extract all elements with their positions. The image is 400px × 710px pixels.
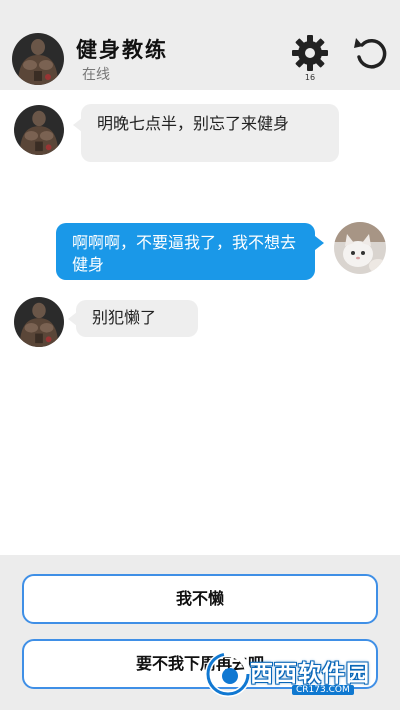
bubble-tail <box>315 236 324 250</box>
coach-avatar-icon[interactable] <box>12 33 64 85</box>
chat-title: 健身教练 <box>76 38 168 62</box>
watermark-domain: CR173.COM <box>292 685 354 695</box>
message-bubble-incoming: 别犯懒了 <box>76 300 198 337</box>
coach-avatar-icon[interactable] <box>14 297 64 347</box>
online-status: 在线 <box>82 67 110 83</box>
reply-option-button[interactable]: 我不懒 <box>22 574 378 624</box>
settings-count-badge: 16 <box>304 73 316 82</box>
message-list[interactable]: 明晚七点半，别忘了来健身 啊啊啊，不要逼我了，我不想去健身 别犯懒了 <box>0 90 400 555</box>
message-bubble-outgoing: 啊啊啊，不要逼我了，我不想去健身 <box>56 223 315 280</box>
watermark-brand: 西西软件园 <box>250 661 370 687</box>
coach-avatar-icon[interactable] <box>14 105 64 155</box>
chat-header: 健身教练 在线 16 <box>0 0 400 90</box>
watermark-logo-icon <box>204 650 252 698</box>
watermark: 西西软件园 CR173.COM <box>200 648 385 704</box>
cat-avatar-icon[interactable] <box>334 222 386 274</box>
refresh-icon[interactable] <box>352 33 390 73</box>
gear-icon[interactable] <box>290 33 330 73</box>
message-bubble-incoming: 明晚七点半，别忘了来健身 <box>81 104 339 162</box>
